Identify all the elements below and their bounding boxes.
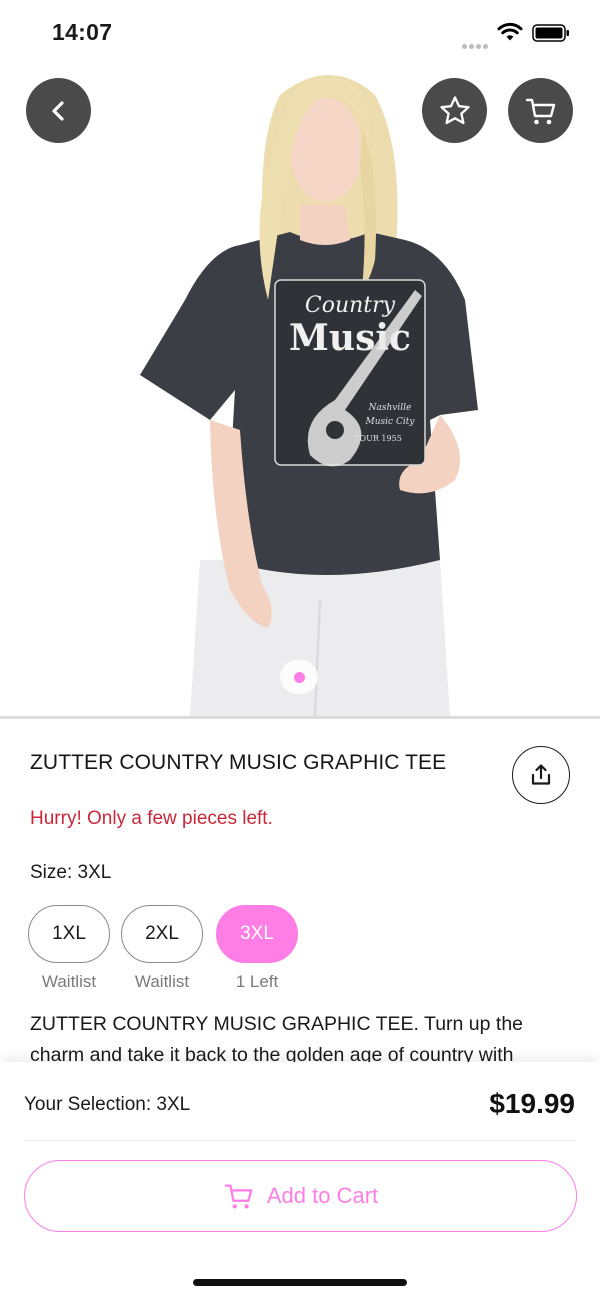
back-button[interactable] xyxy=(26,78,91,143)
share-icon xyxy=(531,764,551,785)
price: $19.99 xyxy=(489,1088,575,1119)
add-to-cart-button[interactable]: Add to Cart xyxy=(24,1160,577,1232)
cart-icon xyxy=(525,98,555,124)
back-arrow-icon xyxy=(51,100,64,121)
your-selection: Your Selection: 3XL xyxy=(24,1094,191,1115)
size-status-2xl: Waitlist xyxy=(134,972,190,991)
cart-button[interactable] xyxy=(508,78,573,143)
shirt-graphic-word: Music City xyxy=(365,417,416,427)
size-option-2xl[interactable]: 2XL xyxy=(121,905,203,963)
stock-warning: Hurry! Only a few pieces left. xyxy=(30,808,273,829)
shirt-graphic-word: Country xyxy=(305,293,396,318)
status-time: 14:07 xyxy=(52,19,113,45)
hero-divider xyxy=(0,716,600,719)
size-label: Size: 3XL xyxy=(30,862,112,883)
size-option-1xl[interactable]: 1XL xyxy=(28,905,110,963)
share-button[interactable] xyxy=(512,746,570,804)
status-bar: 14:07 xyxy=(0,0,600,64)
cart-icon xyxy=(224,1184,253,1209)
product-title: ZUTTER COUNTRY MUSIC GRAPHIC TEE xyxy=(30,751,447,774)
wifi-icon xyxy=(497,22,523,41)
size-status-1xl: Waitlist xyxy=(41,972,97,991)
add-to-cart-label: Add to Cart xyxy=(266,1183,379,1208)
star-icon xyxy=(439,95,470,124)
battery-icon xyxy=(532,24,569,42)
panel-divider xyxy=(24,1140,576,1141)
signal-icon xyxy=(462,36,490,49)
size-option-3xl[interactable]: 3XL xyxy=(216,905,298,963)
page-dot-active xyxy=(293,671,305,683)
size-status-3xl: 1 Left xyxy=(235,972,279,991)
product-image-gallery[interactable]: Country Music Nashville Music City TOUR … xyxy=(0,0,600,716)
favorite-button[interactable] xyxy=(422,78,487,143)
shirt-graphic-word: Nashville xyxy=(368,403,412,413)
gallery-page-indicator xyxy=(280,660,318,694)
home-indicator xyxy=(193,1279,407,1286)
product-description: ZUTTER COUNTRY MUSIC GRAPHIC TEE. Turn u… xyxy=(30,1013,524,1066)
shirt-graphic-word: TOUR 1955 xyxy=(354,434,402,443)
